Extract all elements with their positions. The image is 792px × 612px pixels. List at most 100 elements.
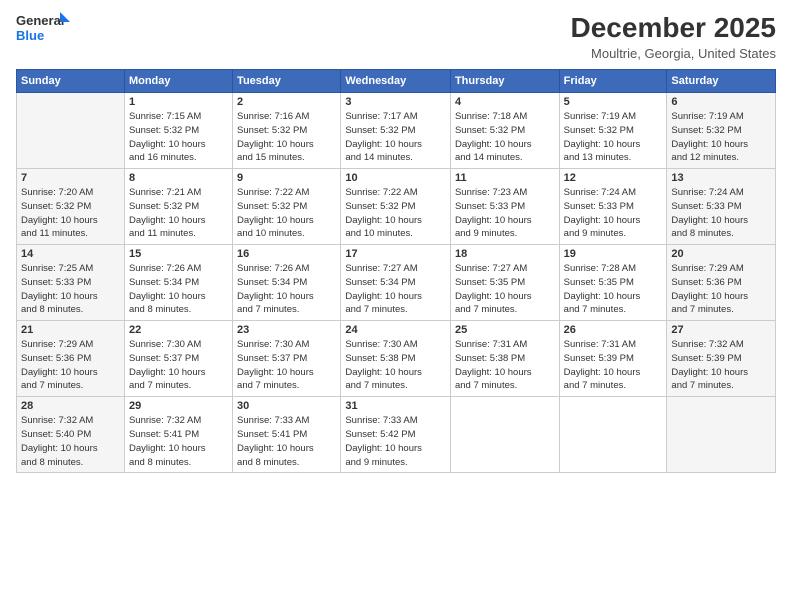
calendar-cell: 4 Sunrise: 7:18 AM Sunset: 5:32 PM Daylig… (450, 93, 559, 169)
calendar-cell: 24 Sunrise: 7:30 AM Sunset: 5:38 PM Dayli… (341, 321, 451, 397)
cell-info: Sunrise: 7:33 AM Sunset: 5:42 PM Dayligh… (345, 414, 446, 469)
col-tuesday: Tuesday (233, 70, 341, 93)
calendar-week-row: 14Sunrise: 7:25 AM Sunset: 5:33 PM Dayli… (17, 245, 776, 321)
cell-date: 19 (564, 248, 663, 260)
calendar-week-row: 7 Sunrise: 7:20 AM Sunset: 5:32 PM Daylig… (17, 169, 776, 245)
calendar-cell: 23 Sunrise: 7:30 AM Sunset: 5:37 PM Dayli… (233, 321, 341, 397)
cell-date: 22 (129, 324, 228, 336)
calendar-cell: 30 Sunrise: 7:33 AM Sunset: 5:41 PM Dayli… (233, 397, 341, 473)
calendar-week-row: 28 Sunrise: 7:32 AM Sunset: 5:40 PM Dayli… (17, 397, 776, 473)
cell-date: 28 (21, 400, 120, 412)
cell-info: Sunrise: 7:22 AM Sunset: 5:32 PM Dayligh… (345, 186, 446, 241)
calendar-cell: 29 Sunrise: 7:32 AM Sunset: 5:41 PM Dayli… (124, 397, 232, 473)
calendar-cell: 17 Sunrise: 7:27 AM Sunset: 5:34 PM Dayli… (341, 245, 451, 321)
calendar-cell: 27 Sunrise: 7:32 AM Sunset: 5:39 PM Dayli… (667, 321, 776, 397)
logo: GeneralBlue (16, 12, 76, 46)
calendar-cell: 6Sunrise: 7:19 AM Sunset: 5:32 PM Daylig… (667, 93, 776, 169)
cell-info: Sunrise: 7:18 AM Sunset: 5:32 PM Dayligh… (455, 110, 555, 165)
cell-info: Sunrise: 7:24 AM Sunset: 5:33 PM Dayligh… (671, 186, 771, 241)
calendar-cell: 2Sunrise: 7:16 AM Sunset: 5:32 PM Daylig… (233, 93, 341, 169)
cell-info: Sunrise: 7:33 AM Sunset: 5:41 PM Dayligh… (237, 414, 336, 469)
cell-info: Sunrise: 7:32 AM Sunset: 5:39 PM Dayligh… (671, 338, 771, 393)
cell-date: 5 (564, 96, 663, 108)
calendar-cell: 19 Sunrise: 7:28 AM Sunset: 5:35 PM Dayli… (559, 245, 667, 321)
cell-date: 10 (345, 172, 446, 184)
calendar-week-row: 1Sunrise: 7:15 AM Sunset: 5:32 PM Daylig… (17, 93, 776, 169)
cell-info: Sunrise: 7:20 AM Sunset: 5:32 PM Dayligh… (21, 186, 120, 241)
calendar-cell: 25Sunrise: 7:31 AM Sunset: 5:38 PM Dayli… (450, 321, 559, 397)
cell-info: Sunrise: 7:24 AM Sunset: 5:33 PM Dayligh… (564, 186, 663, 241)
calendar-table: Sunday Monday Tuesday Wednesday Thursday… (16, 69, 776, 473)
col-monday: Monday (124, 70, 232, 93)
title-block: December 2025 Moultrie, Georgia, United … (571, 12, 776, 61)
calendar-cell: 31 Sunrise: 7:33 AM Sunset: 5:42 PM Dayli… (341, 397, 451, 473)
cell-info: Sunrise: 7:25 AM Sunset: 5:33 PM Dayligh… (21, 262, 120, 317)
calendar-cell: 11 Sunrise: 7:23 AM Sunset: 5:33 PM Dayli… (450, 169, 559, 245)
cell-date: 13 (671, 172, 771, 184)
calendar-cell: 3Sunrise: 7:17 AM Sunset: 5:32 PM Daylig… (341, 93, 451, 169)
cell-info: Sunrise: 7:30 AM Sunset: 5:37 PM Dayligh… (237, 338, 336, 393)
col-sunday: Sunday (17, 70, 125, 93)
calendar-cell (667, 397, 776, 473)
cell-info: Sunrise: 7:27 AM Sunset: 5:34 PM Dayligh… (345, 262, 446, 317)
cell-info: Sunrise: 7:30 AM Sunset: 5:38 PM Dayligh… (345, 338, 446, 393)
cell-date: 12 (564, 172, 663, 184)
calendar-cell: 14Sunrise: 7:25 AM Sunset: 5:33 PM Dayli… (17, 245, 125, 321)
calendar-cell (450, 397, 559, 473)
cell-info: Sunrise: 7:27 AM Sunset: 5:35 PM Dayligh… (455, 262, 555, 317)
svg-text:Blue: Blue (16, 28, 44, 43)
calendar-header-row: Sunday Monday Tuesday Wednesday Thursday… (17, 70, 776, 93)
cell-info: Sunrise: 7:28 AM Sunset: 5:35 PM Dayligh… (564, 262, 663, 317)
cell-date: 30 (237, 400, 336, 412)
svg-text:General: General (16, 13, 64, 28)
calendar-cell: 12 Sunrise: 7:24 AM Sunset: 5:33 PM Dayli… (559, 169, 667, 245)
cell-info: Sunrise: 7:30 AM Sunset: 5:37 PM Dayligh… (129, 338, 228, 393)
calendar-cell: 16Sunrise: 7:26 AM Sunset: 5:34 PM Dayli… (233, 245, 341, 321)
calendar-week-row: 21 Sunrise: 7:29 AM Sunset: 5:36 PM Dayli… (17, 321, 776, 397)
cell-info: Sunrise: 7:31 AM Sunset: 5:39 PM Dayligh… (564, 338, 663, 393)
cell-date: 27 (671, 324, 771, 336)
cell-date: 9 (237, 172, 336, 184)
calendar-cell: 28 Sunrise: 7:32 AM Sunset: 5:40 PM Dayli… (17, 397, 125, 473)
calendar-cell: 13 Sunrise: 7:24 AM Sunset: 5:33 PM Dayli… (667, 169, 776, 245)
calendar-cell (17, 93, 125, 169)
cell-info: Sunrise: 7:23 AM Sunset: 5:33 PM Dayligh… (455, 186, 555, 241)
cell-date: 4 (455, 96, 555, 108)
cell-date: 20 (671, 248, 771, 260)
col-wednesday: Wednesday (341, 70, 451, 93)
cell-info: Sunrise: 7:32 AM Sunset: 5:40 PM Dayligh… (21, 414, 120, 469)
calendar-cell: 22 Sunrise: 7:30 AM Sunset: 5:37 PM Dayli… (124, 321, 232, 397)
calendar-cell: 26 Sunrise: 7:31 AM Sunset: 5:39 PM Dayli… (559, 321, 667, 397)
cell-date: 16 (237, 248, 336, 260)
cell-date: 8 (129, 172, 228, 184)
cell-info: Sunrise: 7:19 AM Sunset: 5:32 PM Dayligh… (671, 110, 771, 165)
cell-date: 31 (345, 400, 446, 412)
page: GeneralBlue December 2025 Moultrie, Geor… (0, 0, 792, 612)
cell-date: 23 (237, 324, 336, 336)
cell-info: Sunrise: 7:16 AM Sunset: 5:32 PM Dayligh… (237, 110, 336, 165)
header: GeneralBlue December 2025 Moultrie, Geor… (16, 12, 776, 61)
cell-date: 21 (21, 324, 120, 336)
cell-date: 11 (455, 172, 555, 184)
cell-date: 7 (21, 172, 120, 184)
cell-info: Sunrise: 7:29 AM Sunset: 5:36 PM Dayligh… (21, 338, 120, 393)
calendar-cell: 9 Sunrise: 7:22 AM Sunset: 5:32 PM Daylig… (233, 169, 341, 245)
calendar-cell: 1Sunrise: 7:15 AM Sunset: 5:32 PM Daylig… (124, 93, 232, 169)
location: Moultrie, Georgia, United States (571, 46, 776, 61)
logo-icon: GeneralBlue (16, 12, 76, 46)
calendar-cell: 10 Sunrise: 7:22 AM Sunset: 5:32 PM Dayli… (341, 169, 451, 245)
cell-date: 25 (455, 324, 555, 336)
cell-date: 26 (564, 324, 663, 336)
cell-info: Sunrise: 7:32 AM Sunset: 5:41 PM Dayligh… (129, 414, 228, 469)
month-title: December 2025 (571, 12, 776, 44)
cell-info: Sunrise: 7:21 AM Sunset: 5:32 PM Dayligh… (129, 186, 228, 241)
col-saturday: Saturday (667, 70, 776, 93)
cell-info: Sunrise: 7:22 AM Sunset: 5:32 PM Dayligh… (237, 186, 336, 241)
calendar-cell: 5Sunrise: 7:19 AM Sunset: 5:32 PM Daylig… (559, 93, 667, 169)
cell-date: 29 (129, 400, 228, 412)
cell-date: 24 (345, 324, 446, 336)
cell-date: 17 (345, 248, 446, 260)
calendar-cell: 8 Sunrise: 7:21 AM Sunset: 5:32 PM Daylig… (124, 169, 232, 245)
cell-info: Sunrise: 7:29 AM Sunset: 5:36 PM Dayligh… (671, 262, 771, 317)
col-friday: Friday (559, 70, 667, 93)
